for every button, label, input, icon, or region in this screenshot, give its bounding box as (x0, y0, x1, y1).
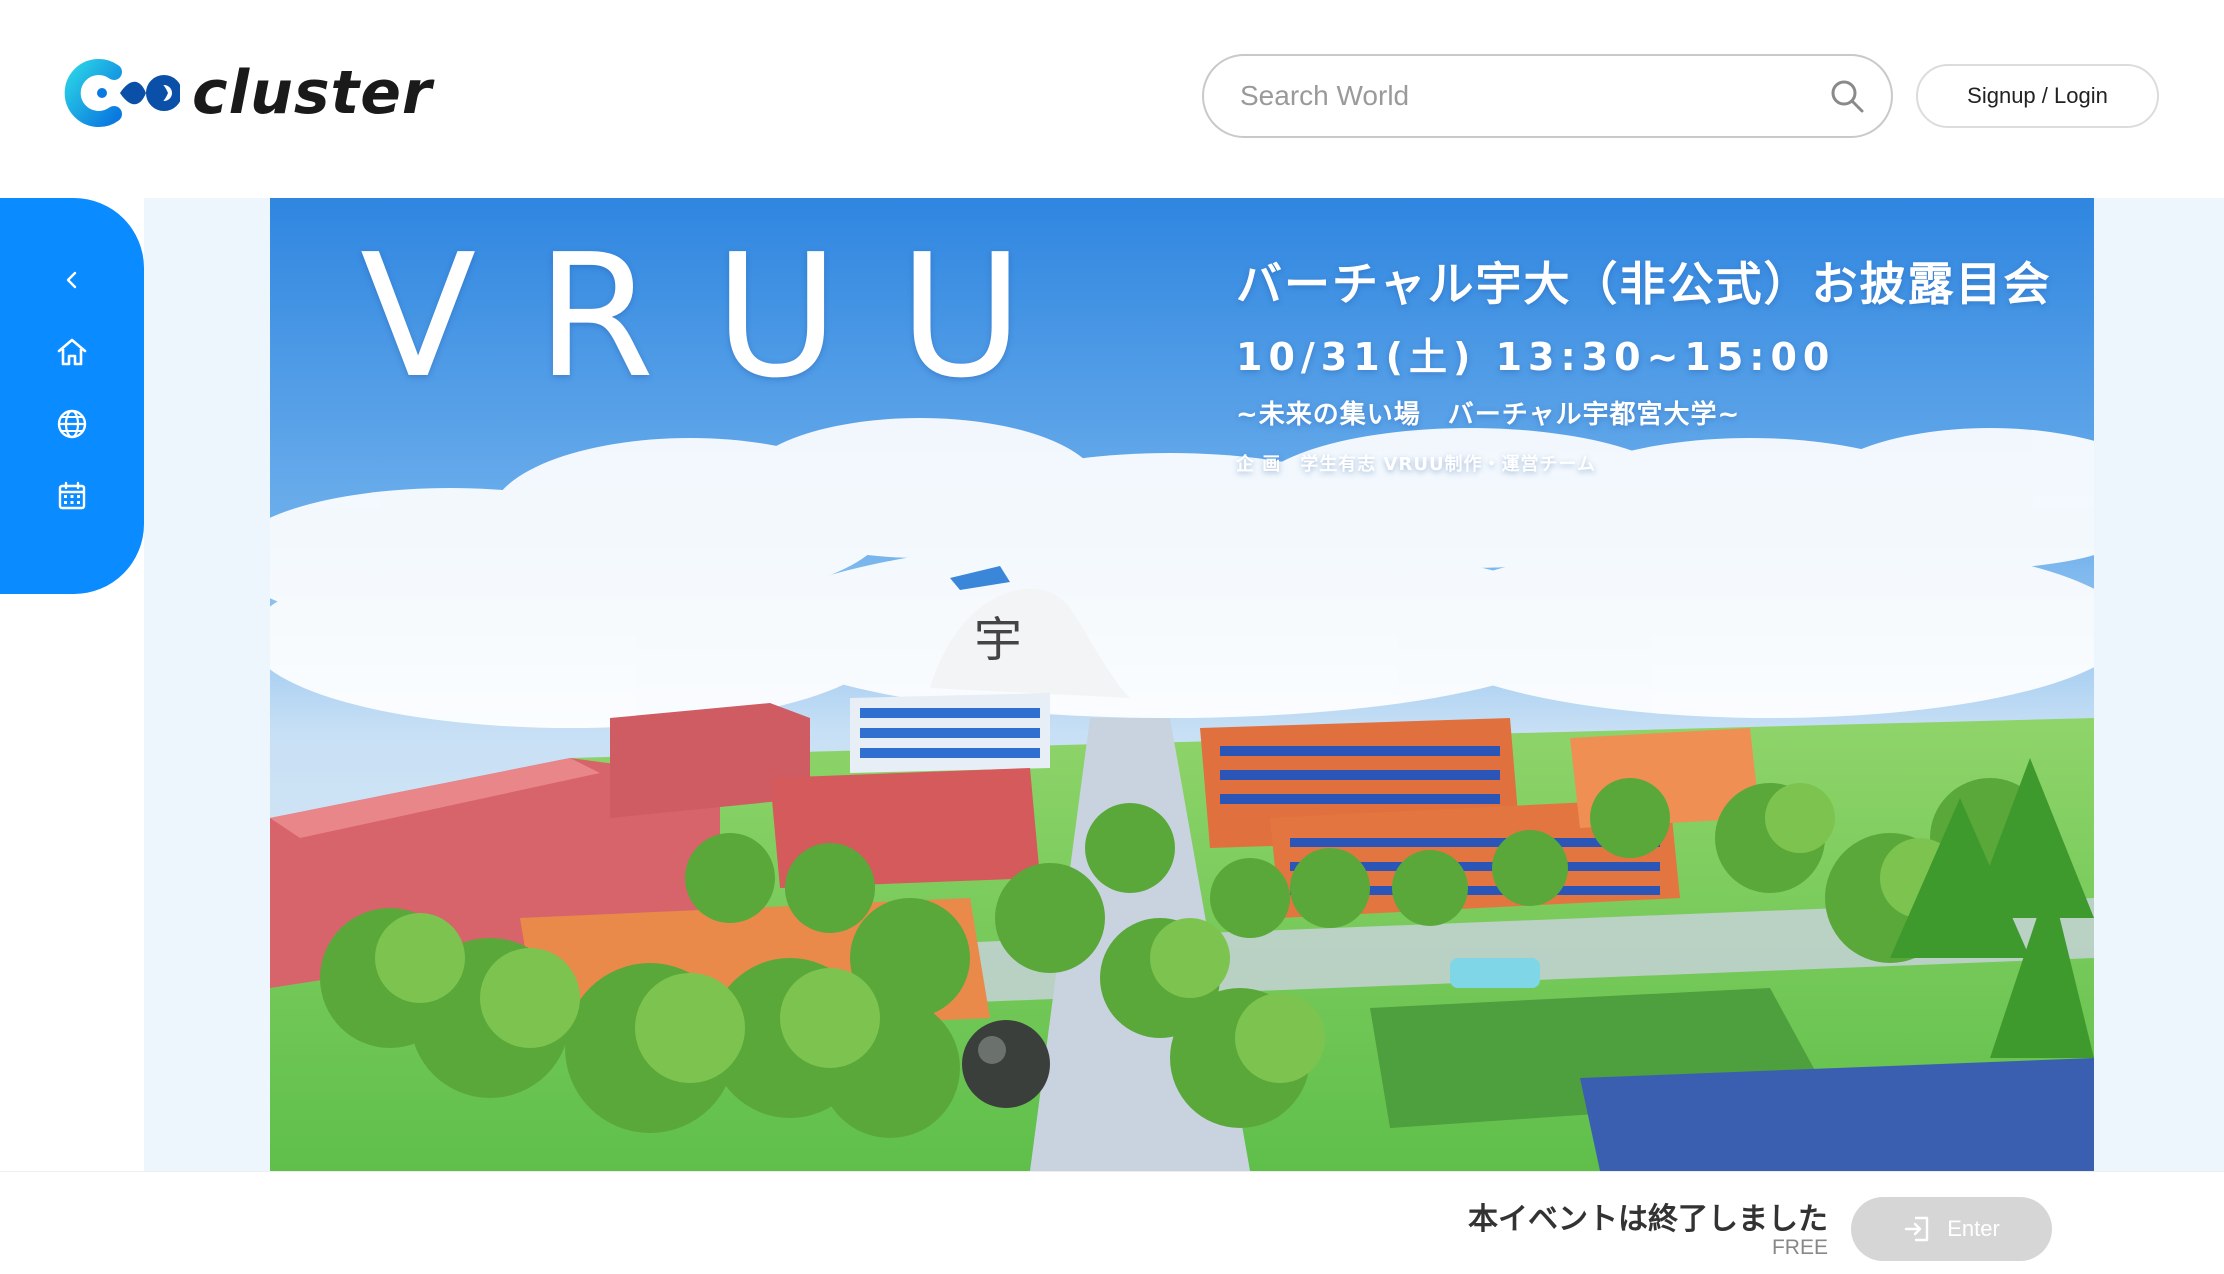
cluster-logo-icon (64, 59, 180, 127)
globe-icon (57, 409, 87, 439)
enter-icon (1905, 1216, 1929, 1242)
sidebar-item-worlds[interactable] (48, 400, 96, 448)
event-price: FREE (1771, 1236, 1828, 1259)
chevron-left-icon (66, 271, 77, 289)
signup-login-button[interactable]: Signup / Login (1916, 64, 2159, 128)
event-thumbnail: 宇 VRUU バーチャル宇大（非公式）お披露目会 10/31(土) 13:30~… (270, 198, 2094, 1171)
sidebar-item-home[interactable] (48, 328, 96, 376)
enter-button-label: Enter (1947, 1216, 2000, 1241)
mountain-glyph: 宇 (974, 612, 1022, 668)
calendar-icon (58, 481, 86, 510)
search-input[interactable] (1240, 80, 1800, 112)
event-status: 本イベントは終了しました (1468, 1202, 1828, 1237)
search-bar[interactable] (1202, 54, 1893, 138)
event-action-bar: 本イベントは終了しました FREE Enter (0, 1171, 2224, 1274)
header: cluster Signup / Login (0, 0, 2224, 198)
home-icon (57, 338, 87, 366)
search-icon[interactable] (1829, 78, 1865, 114)
hero-logo-text: VRUU (360, 218, 1084, 416)
sidebar-collapse-button[interactable] (48, 256, 96, 304)
brand-name: cluster (192, 58, 433, 128)
sidebar-item-events[interactable] (48, 472, 96, 520)
event-title: バーチャル宇大（非公式）お披露目会 (1236, 257, 2052, 311)
event-subtitle: ~未来の集い場 バーチャル宇都宮大学~ (1236, 400, 1741, 430)
enter-button[interactable]: Enter (1851, 1197, 2052, 1261)
event-date: 10/31(土) 13:30~15:00 (1236, 335, 1836, 379)
event-organizer: 企 画 学生有志 VRUU制作・運営チーム (1236, 454, 1597, 475)
sidebar (0, 198, 144, 594)
cluster-logo[interactable]: cluster (64, 56, 433, 130)
